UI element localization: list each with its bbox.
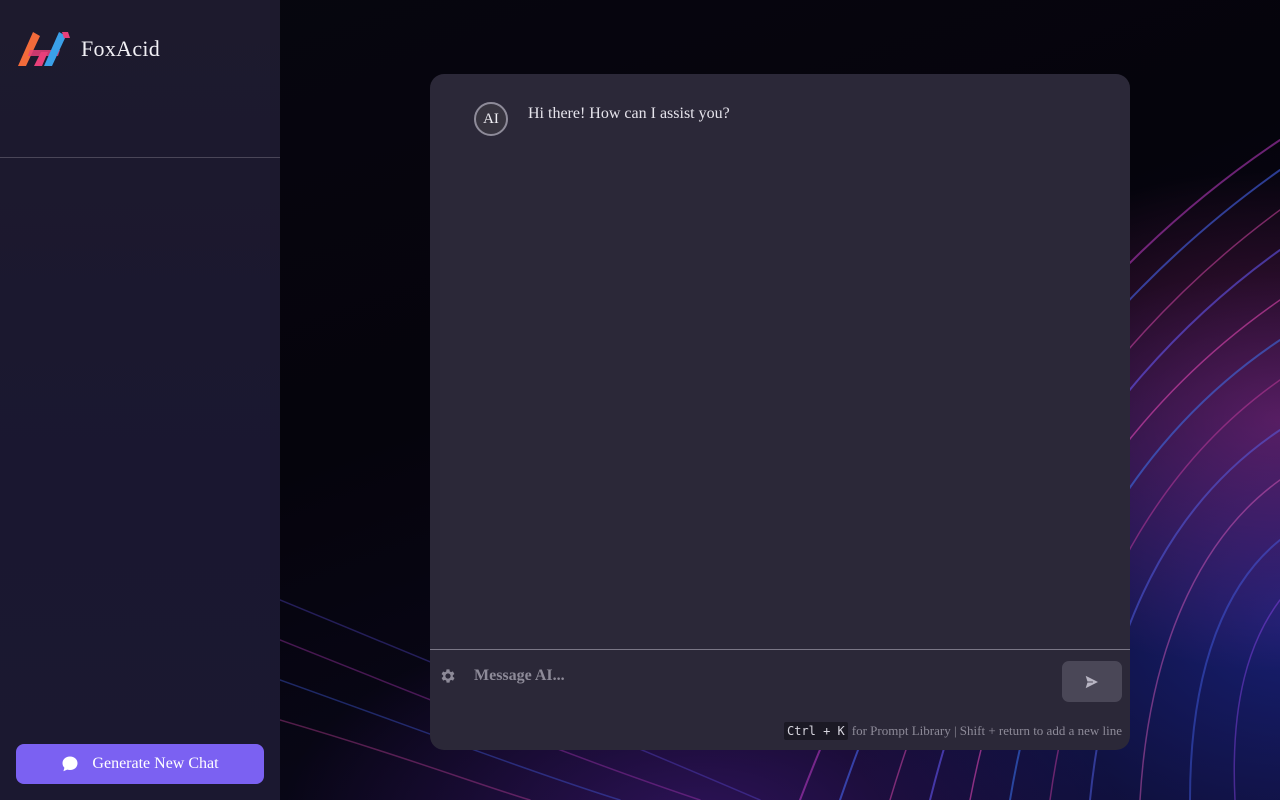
foxacid-logo-icon — [18, 32, 70, 66]
sidebar: FoxAcid Generate New Chat — [0, 0, 280, 800]
message-input[interactable] — [474, 662, 1034, 690]
shortcut-key: Ctrl + K — [783, 722, 848, 740]
generate-new-chat-label: Generate New Chat — [92, 755, 219, 772]
hint-text: for Prompt Library | Shift + return to a… — [851, 723, 1122, 738]
send-button[interactable] — [1062, 661, 1122, 702]
keyboard-hint: Ctrl + K for Prompt Library | Shift + re… — [783, 722, 1122, 740]
ai-avatar: AI — [474, 102, 508, 136]
composer-divider — [430, 649, 1130, 650]
gear-icon[interactable] — [439, 667, 457, 685]
sidebar-divider — [0, 157, 280, 158]
chat-panel: AI Hi there! How can I assist you? Ctrl … — [430, 74, 1130, 750]
send-icon — [1083, 673, 1101, 690]
generate-new-chat-button[interactable]: Generate New Chat — [16, 744, 264, 784]
chat-message: AI Hi there! How can I assist you? — [474, 102, 730, 136]
brand-name: FoxAcid — [81, 36, 161, 61]
brand: FoxAcid — [18, 30, 160, 68]
message-text: Hi there! How can I assist you? — [528, 105, 730, 122]
chat-bubble-icon — [62, 756, 78, 772]
